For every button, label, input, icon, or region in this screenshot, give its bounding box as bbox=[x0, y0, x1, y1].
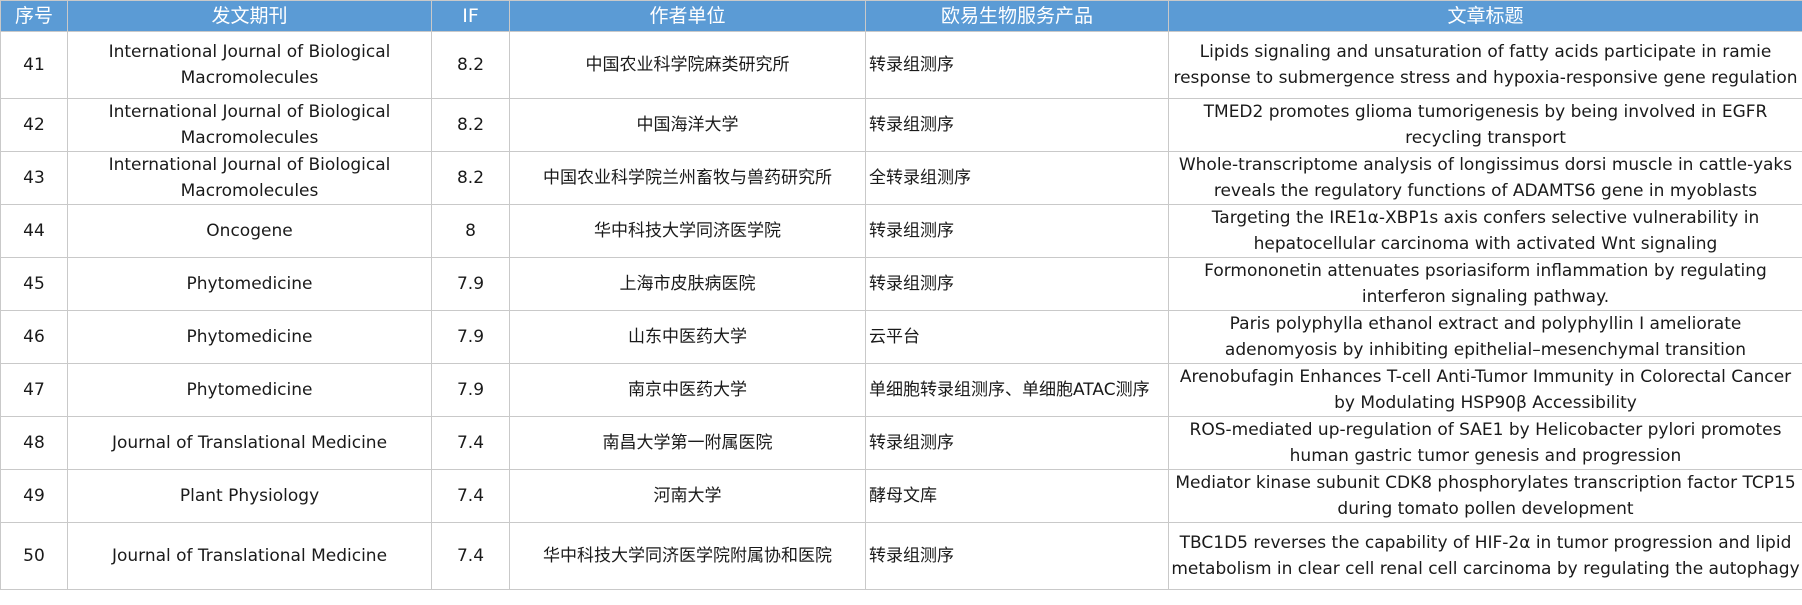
cell-impact-factor[interactable]: 7.9 bbox=[431, 363, 510, 417]
cell-article-title[interactable]: Mediator kinase subunit CDK8 phosphoryla… bbox=[1168, 469, 1802, 523]
header-journal[interactable]: 发文期刊 bbox=[67, 0, 432, 32]
cell-journal[interactable]: International Journal of Biological Macr… bbox=[67, 31, 432, 99]
cell-institution[interactable]: 中国海洋大学 bbox=[509, 98, 866, 152]
cell-journal[interactable]: Plant Physiology bbox=[67, 469, 432, 523]
cell-index[interactable]: 45 bbox=[0, 257, 68, 311]
cell-journal[interactable]: Phytomedicine bbox=[67, 310, 432, 364]
cell-index[interactable]: 46 bbox=[0, 310, 68, 364]
cell-article-title[interactable]: Paris polyphylla ethanol extract and pol… bbox=[1168, 310, 1802, 364]
cell-article-title[interactable]: Lipids signaling and unsaturation of fat… bbox=[1168, 31, 1802, 99]
cell-service-product[interactable]: 单细胞转录组测序、单细胞ATAC测序 bbox=[865, 363, 1169, 417]
cell-index[interactable]: 49 bbox=[0, 469, 68, 523]
cell-service-product[interactable]: 云平台 bbox=[865, 310, 1169, 364]
cell-index[interactable]: 48 bbox=[0, 416, 68, 470]
header-impact-factor[interactable]: IF bbox=[431, 0, 510, 32]
cell-institution[interactable]: 中国农业科学院兰州畜牧与兽药研究所 bbox=[509, 151, 866, 205]
table-row: 42 International Journal of Biological Ma… bbox=[0, 98, 1802, 152]
cell-journal[interactable]: International Journal of Biological Macr… bbox=[67, 98, 432, 152]
header-index[interactable]: 序号 bbox=[0, 0, 68, 32]
cell-impact-factor[interactable]: 7.4 bbox=[431, 469, 510, 523]
cell-index[interactable]: 44 bbox=[0, 204, 68, 258]
cell-institution[interactable]: 中国农业科学院麻类研究所 bbox=[509, 31, 866, 99]
cell-impact-factor[interactable]: 7.4 bbox=[431, 522, 510, 590]
table-row: 44 Oncogene 8 华中科技大学同济医学院 转录组测序 Targeting the… bbox=[0, 204, 1802, 258]
cell-journal[interactable]: Phytomedicine bbox=[67, 257, 432, 311]
publication-table: 序号 发文期刊 IF 作者单位 欧易生物服务产品 文章标题 41 Internat… bbox=[0, 0, 1802, 590]
cell-institution[interactable]: 华中科技大学同济医学院附属协和医院 bbox=[509, 522, 866, 590]
table-row: 47 Phytomedicine 7.9 南京中医药大学 单细胞转录组测序、单细胞ATA… bbox=[0, 363, 1802, 417]
cell-impact-factor[interactable]: 8.2 bbox=[431, 31, 510, 99]
header-institution[interactable]: 作者单位 bbox=[509, 0, 866, 32]
cell-service-product[interactable]: 转录组测序 bbox=[865, 31, 1169, 99]
table-row: 48 Journal of Translational Medicine 7.4 南昌… bbox=[0, 416, 1802, 470]
cell-institution[interactable]: 河南大学 bbox=[509, 469, 866, 523]
table-row: 50 Journal of Translational Medicine 7.4 华中… bbox=[0, 522, 1802, 590]
cell-service-product[interactable]: 转录组测序 bbox=[865, 98, 1169, 152]
cell-journal[interactable]: Journal of Translational Medicine bbox=[67, 416, 432, 470]
cell-index[interactable]: 43 bbox=[0, 151, 68, 205]
cell-institution[interactable]: 山东中医药大学 bbox=[509, 310, 866, 364]
cell-service-product[interactable]: 酵母文库 bbox=[865, 469, 1169, 523]
cell-impact-factor[interactable]: 7.4 bbox=[431, 416, 510, 470]
table-body: 41 International Journal of Biological Ma… bbox=[0, 31, 1802, 590]
cell-impact-factor[interactable]: 7.9 bbox=[431, 257, 510, 311]
table-row: 45 Phytomedicine 7.9 上海市皮肤病医院 转录组测序 Formonone… bbox=[0, 257, 1802, 311]
cell-index[interactable]: 41 bbox=[0, 31, 68, 99]
cell-index[interactable]: 42 bbox=[0, 98, 68, 152]
cell-article-title[interactable]: TMED2 promotes glioma tumorigenesis by b… bbox=[1168, 98, 1802, 152]
cell-institution[interactable]: 南京中医药大学 bbox=[509, 363, 866, 417]
cell-service-product[interactable]: 全转录组测序 bbox=[865, 151, 1169, 205]
cell-article-title[interactable]: TBC1D5 reverses the capability of HIF-2α… bbox=[1168, 522, 1802, 590]
cell-journal[interactable]: International Journal of Biological Macr… bbox=[67, 151, 432, 205]
table-header: 序号 发文期刊 IF 作者单位 欧易生物服务产品 文章标题 bbox=[0, 0, 1802, 32]
cell-impact-factor[interactable]: 7.9 bbox=[431, 310, 510, 364]
cell-service-product[interactable]: 转录组测序 bbox=[865, 204, 1169, 258]
table-row: 41 International Journal of Biological Ma… bbox=[0, 31, 1802, 99]
cell-service-product[interactable]: 转录组测序 bbox=[865, 416, 1169, 470]
cell-index[interactable]: 50 bbox=[0, 522, 68, 590]
cell-index[interactable]: 47 bbox=[0, 363, 68, 417]
table-row: 46 Phytomedicine 7.9 山东中医药大学 云平台 Paris polyph… bbox=[0, 310, 1802, 364]
cell-article-title[interactable]: Formononetin attenuates psoriasiform inf… bbox=[1168, 257, 1802, 311]
table-row: 49 Plant Physiology 7.4 河南大学 酵母文库 Mediator ki… bbox=[0, 469, 1802, 523]
cell-article-title[interactable]: Targeting the IRE1α-XBP1s axis confers s… bbox=[1168, 204, 1802, 258]
cell-service-product[interactable]: 转录组测序 bbox=[865, 257, 1169, 311]
cell-journal[interactable]: Oncogene bbox=[67, 204, 432, 258]
cell-article-title[interactable]: ROS-mediated up-regulation of SAE1 by He… bbox=[1168, 416, 1802, 470]
header-service-product[interactable]: 欧易生物服务产品 bbox=[865, 0, 1169, 32]
cell-article-title[interactable]: Arenobufagin Enhances T-cell Anti-Tumor … bbox=[1168, 363, 1802, 417]
cell-institution[interactable]: 华中科技大学同济医学院 bbox=[509, 204, 866, 258]
cell-journal[interactable]: Phytomedicine bbox=[67, 363, 432, 417]
header-row: 序号 发文期刊 IF 作者单位 欧易生物服务产品 文章标题 bbox=[0, 0, 1802, 32]
cell-impact-factor[interactable]: 8 bbox=[431, 204, 510, 258]
cell-impact-factor[interactable]: 8.2 bbox=[431, 98, 510, 152]
cell-journal[interactable]: Journal of Translational Medicine bbox=[67, 522, 432, 590]
cell-institution[interactable]: 南昌大学第一附属医院 bbox=[509, 416, 866, 470]
table-row: 43 International Journal of Biological Ma… bbox=[0, 151, 1802, 205]
cell-institution[interactable]: 上海市皮肤病医院 bbox=[509, 257, 866, 311]
cell-service-product[interactable]: 转录组测序 bbox=[865, 522, 1169, 590]
header-article-title[interactable]: 文章标题 bbox=[1168, 0, 1802, 32]
cell-impact-factor[interactable]: 8.2 bbox=[431, 151, 510, 205]
cell-article-title[interactable]: Whole-transcriptome analysis of longissi… bbox=[1168, 151, 1802, 205]
